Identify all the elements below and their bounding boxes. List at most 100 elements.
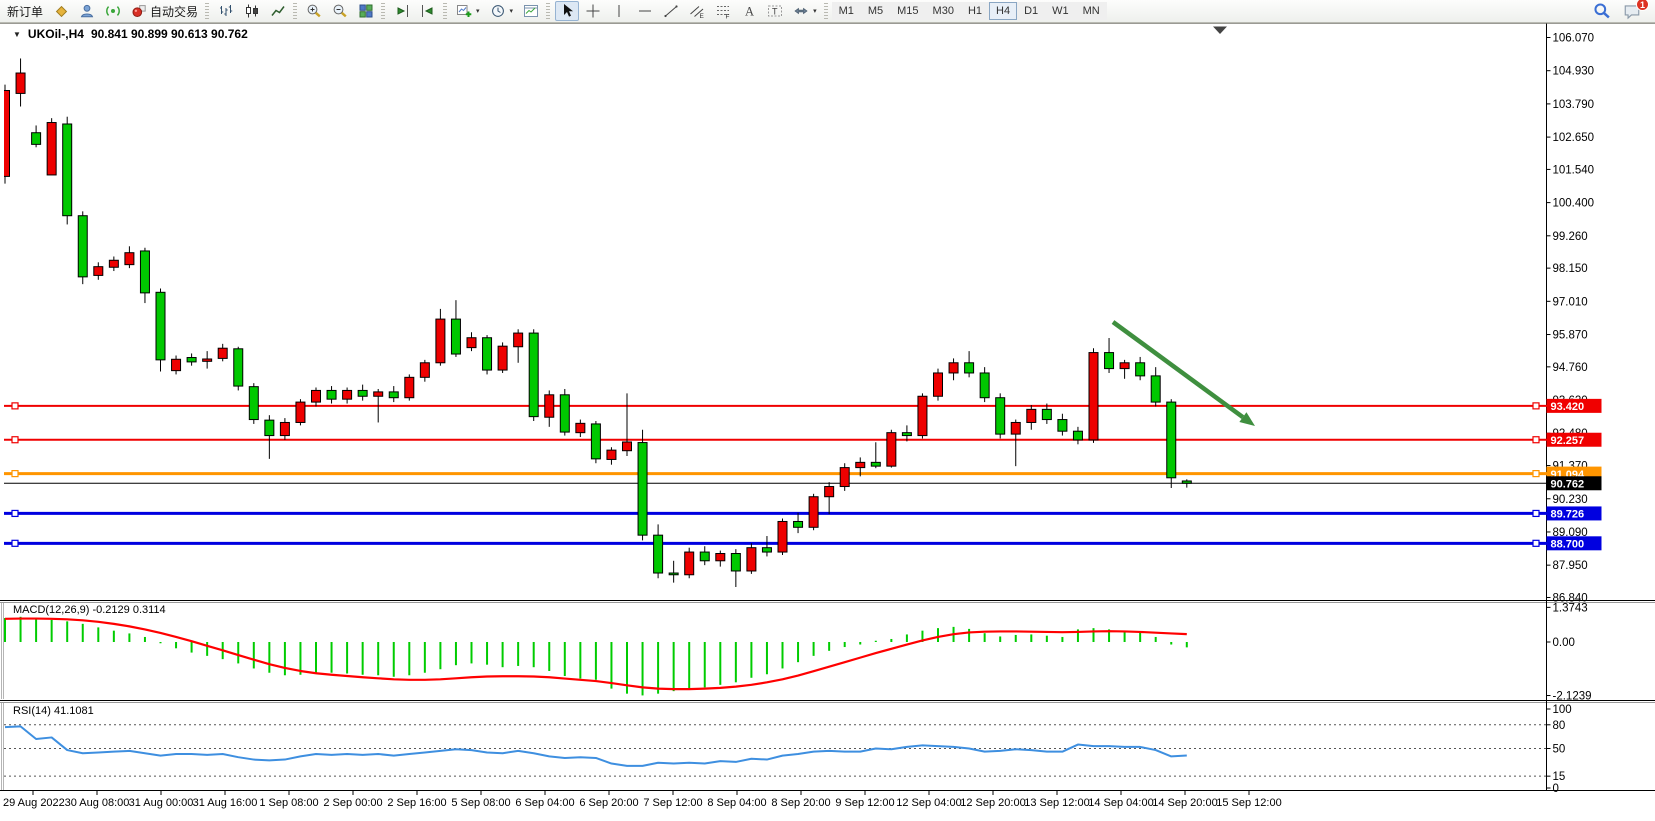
arrows-button[interactable]: ▾ (789, 1, 821, 21)
price-tag-92.257: 92.257 (1547, 433, 1602, 447)
trend-arrow[interactable] (1113, 322, 1255, 426)
candle-body (514, 333, 523, 347)
chart-shift-marker[interactable] (1213, 27, 1227, 35)
macd-indicator-label: MACD(12,26,9) -0.2129 0.3114 (13, 604, 166, 616)
candle-body (32, 133, 41, 145)
time-axis: 29 Aug 202230 Aug 08:0031 Aug 00:0031 Au… (3, 791, 1282, 809)
timeframe-button-m15[interactable]: M15 (890, 2, 925, 20)
time-axis-label: 7 Sep 12:00 (643, 797, 702, 809)
text-label-button[interactable]: T (763, 1, 787, 21)
bar-chart-icon (218, 3, 234, 19)
line-handle[interactable] (12, 403, 18, 409)
auto-scroll-button[interactable] (390, 1, 414, 21)
tile-windows-button[interactable] (354, 1, 378, 21)
candle-body (47, 123, 56, 175)
candle-body (187, 358, 196, 362)
periods-button[interactable]: ▾ (486, 1, 518, 21)
zoom-in-button[interactable] (302, 1, 326, 21)
market-watch-button[interactable] (75, 1, 99, 21)
time-axis-label: 15 Sep 12:00 (1216, 797, 1281, 809)
chat-icon[interactable]: 1 (1623, 2, 1641, 20)
time-axis-label: 9 Sep 12:00 (835, 797, 894, 809)
candle-body (1073, 431, 1082, 440)
candle-body (1058, 420, 1067, 432)
time-axis-label: 12 Sep 04:00 (896, 797, 961, 809)
chevron-down-icon[interactable]: ▼ (13, 30, 21, 39)
text-button[interactable]: A (737, 1, 761, 21)
horizontal-line-button[interactable] (633, 1, 657, 21)
signals-button[interactable] (101, 1, 125, 21)
ohlc-values: 90.841 90.899 90.613 90.762 (91, 27, 248, 41)
trendline-icon (663, 3, 679, 19)
new-order-button[interactable]: 新订单 (3, 1, 47, 21)
rsi-axis-label: 15 (1553, 771, 1566, 783)
line-handle[interactable] (12, 471, 18, 477)
timeframe-button-h4[interactable]: H4 (989, 2, 1017, 20)
vertical-line-icon (611, 3, 627, 19)
timeframe-button-m5[interactable]: M5 (861, 2, 890, 20)
candle-body (451, 319, 460, 354)
crosshair-icon (585, 3, 601, 19)
auto-trading-button[interactable]: 自动交易 (127, 1, 202, 21)
macd-axis-label: 1.3743 (1553, 602, 1588, 614)
candle-body (871, 462, 880, 466)
line-handle[interactable] (1533, 471, 1539, 477)
time-axis-label: 29 Aug 2022 (3, 797, 65, 809)
bar-chart-button[interactable] (214, 1, 238, 21)
candle-body (1, 90, 10, 176)
timeframe-button-mn[interactable]: MN (1076, 2, 1107, 20)
timeframe-button-m1[interactable]: M1 (832, 2, 861, 20)
crosshair-button[interactable] (581, 1, 605, 21)
line-handle[interactable] (12, 510, 18, 516)
timeframe-button-m30[interactable]: M30 (926, 2, 961, 20)
dropdown-arrow-icon[interactable]: ▾ (476, 7, 480, 15)
price-axis-label: 98.150 (1553, 263, 1588, 275)
cursor-button[interactable] (555, 1, 579, 21)
timeframe-button-w1[interactable]: W1 (1045, 2, 1076, 20)
indicator-window-button[interactable] (519, 1, 543, 21)
new-chart-button[interactable]: ▾ (452, 1, 484, 21)
line-chart-button[interactable] (266, 1, 290, 21)
candlestick-chart-button[interactable] (240, 1, 264, 21)
trendline-button[interactable] (659, 1, 683, 21)
search-icon[interactable] (1593, 2, 1611, 20)
line-handle[interactable] (12, 437, 18, 443)
timeframe-button-h1[interactable]: H1 (961, 2, 989, 20)
person-icon (79, 3, 95, 19)
candle-body (1167, 402, 1176, 478)
text-a-icon: A (741, 3, 757, 19)
main-toolbar: 新订单 自动交易 ▾ ▾ EFAT ▾ M1M5M15M30H1H4D1W1MN 1 (0, 0, 1655, 23)
line-handle[interactable] (1533, 403, 1539, 409)
chart-shift-icon (420, 3, 436, 19)
vertical-line-button[interactable] (607, 1, 631, 21)
horizontal-line-objects[interactable] (4, 403, 1547, 546)
candle-body (63, 124, 72, 216)
zoom-out-button[interactable] (328, 1, 352, 21)
line-handle[interactable] (1533, 437, 1539, 443)
candle-body (1027, 409, 1036, 422)
equidistant-channel-button[interactable]: E (685, 1, 709, 21)
svg-text:92.257: 92.257 (1551, 435, 1585, 447)
candle-body (467, 338, 476, 348)
dropdown-arrow-icon[interactable]: ▾ (510, 7, 514, 15)
macd-axis-label: 0.00 (1553, 637, 1575, 649)
svg-text:88.700: 88.700 (1551, 539, 1585, 551)
line-handle[interactable] (1533, 540, 1539, 546)
candle-body (109, 260, 118, 267)
candle-body (856, 462, 865, 467)
price-axis-label: 106.070 (1553, 33, 1595, 45)
candle-body (94, 267, 103, 276)
order-gem-button[interactable] (49, 1, 73, 21)
candle-body (296, 402, 305, 422)
timeframe-button-d1[interactable]: D1 (1017, 2, 1045, 20)
mt4-application: 新订单 自动交易 ▾ ▾ EFAT ▾ M1M5M15M30H1H4D1W1MN 1 106… (0, 0, 1655, 821)
fibonacci-button[interactable]: F (711, 1, 735, 21)
candle-body (762, 548, 771, 552)
dropdown-arrow-icon[interactable]: ▾ (813, 7, 817, 15)
chart-shift-button[interactable] (416, 1, 440, 21)
line-handle[interactable] (12, 540, 18, 546)
time-axis-label: 14 Sep 20:00 (1152, 797, 1217, 809)
clock-icon (490, 3, 506, 19)
candle-body (623, 442, 632, 451)
line-handle[interactable] (1533, 510, 1539, 516)
